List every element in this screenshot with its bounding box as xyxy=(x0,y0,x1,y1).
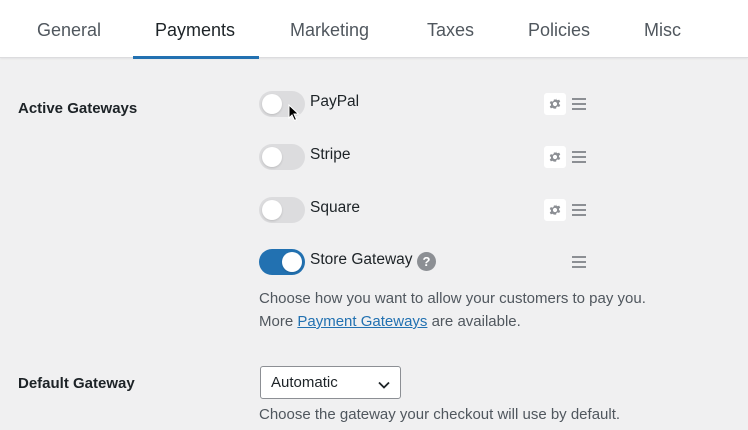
default-gateway-description: Choose the gateway your checkout will us… xyxy=(259,406,621,423)
mouse-cursor-icon xyxy=(288,103,300,127)
gateway-row-paypal: PayPal xyxy=(259,91,599,121)
drag-handle-icon[interactable] xyxy=(572,203,586,216)
description-end-text: are available. xyxy=(431,313,521,330)
gear-icon[interactable] xyxy=(544,146,566,168)
tab-taxes[interactable]: Taxes xyxy=(427,0,474,58)
payment-gateways-link[interactable]: Payment Gateways xyxy=(297,313,427,330)
description-more-text: More xyxy=(259,313,294,330)
gateway-name: PayPal xyxy=(310,93,360,110)
active-gateways-label: Active Gateways xyxy=(18,100,138,117)
toggle-knob xyxy=(282,252,302,272)
tab-general[interactable]: General xyxy=(37,0,101,58)
tab-misc[interactable]: Misc xyxy=(644,0,681,58)
chevron-down-icon xyxy=(377,377,391,394)
toggle-knob xyxy=(262,94,282,114)
default-gateway-select[interactable]: Automatic xyxy=(260,366,401,399)
tab-marketing[interactable]: Marketing xyxy=(290,0,369,58)
toggle-knob xyxy=(262,147,282,167)
description-line-2: More Payment Gateways are available. xyxy=(259,310,646,333)
stripe-toggle[interactable] xyxy=(259,144,305,170)
settings-tab-bar: General Payments Marketing Taxes Policie… xyxy=(0,0,748,59)
description-line-1: Choose how you want to allow your custom… xyxy=(259,290,646,307)
tab-policies[interactable]: Policies xyxy=(528,0,590,58)
gateway-row-stripe: Stripe xyxy=(259,144,599,174)
square-toggle[interactable] xyxy=(259,197,305,223)
gateway-name: Stripe xyxy=(310,146,351,163)
active-tab-indicator xyxy=(133,56,259,59)
gear-icon[interactable] xyxy=(544,199,566,221)
active-gateways-description: Choose how you want to allow your custom… xyxy=(259,287,646,333)
drag-handle-icon[interactable] xyxy=(572,255,586,268)
gateway-name: Store Gateway xyxy=(310,251,413,268)
gateway-row-store-gateway: Store Gateway ? xyxy=(259,249,599,279)
drag-handle-icon[interactable] xyxy=(572,150,586,163)
help-icon[interactable]: ? xyxy=(417,252,436,271)
default-gateway-label: Default Gateway xyxy=(18,375,135,392)
default-gateway-selected-value: Automatic xyxy=(271,374,338,391)
tab-payments[interactable]: Payments xyxy=(155,0,235,58)
gear-icon[interactable] xyxy=(544,93,566,115)
drag-handle-icon[interactable] xyxy=(572,97,586,110)
gateway-name: Square xyxy=(310,199,360,216)
store-gateway-toggle[interactable] xyxy=(259,249,305,275)
toggle-knob xyxy=(262,200,282,220)
gateway-row-square: Square xyxy=(259,197,599,227)
